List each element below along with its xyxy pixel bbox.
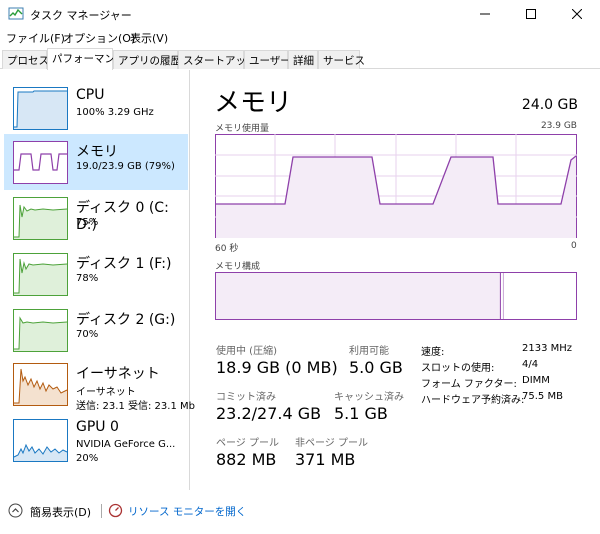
sidebar-title: CPU: [76, 87, 105, 103]
in-use-label: 使用中 (圧縮): [216, 346, 277, 357]
menu-bar: ファイル(F) オプション(O) 表示(V): [0, 28, 600, 46]
sidebar-item-memory[interactable]: メモリ 19.0/23.9 GB (79%): [4, 134, 188, 190]
sidebar-subtitle-2: 20%: [76, 453, 99, 464]
tab-startup[interactable]: スタートアップ: [178, 50, 257, 69]
resource-monitor-icon: [108, 503, 123, 518]
menu-file[interactable]: ファイル(F): [6, 30, 65, 46]
maximize-icon: [526, 9, 536, 19]
form-factor-label: フォーム ファクター:: [421, 379, 517, 390]
ethernet-thumbnail-graph: [13, 363, 68, 406]
tab-users[interactable]: ユーザー: [244, 50, 291, 69]
sidebar-item-disk-2[interactable]: ディスク 2 (G:) 70%: [4, 302, 188, 358]
speed-label: 速度:: [421, 347, 445, 358]
memory-usage-graph: [215, 134, 577, 238]
close-button[interactable]: [554, 0, 600, 28]
disk-2-thumbnail-graph: [13, 309, 68, 352]
usage-graph-max: 23.9 GB: [540, 121, 577, 131]
available-value: 5.0 GB: [349, 358, 403, 377]
sidebar-subtitle: 70%: [76, 329, 99, 340]
open-resource-monitor-link[interactable]: リソース モニターを開く: [128, 504, 246, 519]
paged-pool-value: 882 MB: [216, 450, 277, 469]
sidebar-subtitle: NVIDIA GeForce G...: [76, 439, 176, 450]
in-use-value: 18.9 GB (0 MB): [216, 358, 338, 377]
close-icon: [572, 9, 582, 19]
total-memory: 24.0 GB: [521, 97, 578, 113]
committed-value: 23.2/27.4 GB: [216, 404, 322, 423]
minimize-icon: [480, 13, 490, 15]
resource-sidebar: CPU 100% 3.29 GHz メモリ 19.0/23.9 GB (79%)…: [0, 70, 195, 490]
sidebar-subtitle-2: 送信: 23.1 受信: 23.1 Mb: [76, 401, 195, 412]
paged-pool-label: ページ プール: [216, 438, 279, 449]
tab-performance[interactable]: パフォーマンス: [47, 48, 125, 70]
usage-graph-label: メモリ使用量: [215, 124, 270, 134]
disk-0-thumbnail-graph: [13, 197, 68, 240]
sidebar-title: ディスク 1 (F:): [76, 256, 172, 272]
form-factor-value: DIMM: [522, 375, 550, 386]
disk-1-thumbnail-graph: [13, 253, 68, 296]
fewer-details-link[interactable]: 簡易表示(D): [30, 504, 91, 520]
available-label: 利用可能: [349, 346, 389, 357]
committed-label: コミット済み: [216, 392, 276, 403]
sidebar-title: メモリ: [76, 144, 118, 160]
sidebar-item-cpu[interactable]: CPU 100% 3.29 GHz: [4, 80, 188, 136]
window-title: タスク マネージャー: [30, 9, 132, 22]
memory-thumbnail-graph: [13, 141, 68, 184]
page-title: メモリ: [214, 88, 293, 118]
footer-bar: 簡易表示(D) リソース モニターを開く: [0, 496, 600, 534]
speed-value: 2133 MHz: [522, 343, 573, 354]
slots-label: スロットの使用:: [421, 363, 495, 374]
gpu-thumbnail-graph: [13, 419, 68, 462]
tab-strip: プロセス パフォーマンス アプリの履歴 スタートアップ ユーザー 詳細 サービス: [0, 48, 600, 70]
tab-services[interactable]: サービス: [318, 50, 365, 69]
cached-value: 5.1 GB: [334, 404, 388, 423]
sidebar-subtitle: 75%: [76, 217, 99, 228]
tab-app-history[interactable]: アプリの履歴: [113, 50, 181, 69]
graph-axis-left: 60 秒: [215, 244, 239, 254]
composition-label: メモリ構成: [215, 262, 261, 272]
sidebar-item-ethernet[interactable]: イーサネット イーサネット 送信: 23.1 受信: 23.1 Mb: [4, 356, 195, 416]
sidebar-subtitle: 78%: [76, 273, 99, 284]
sidebar-subtitle: イーサネット: [76, 387, 136, 398]
nonpaged-pool-value: 371 MB: [295, 450, 356, 469]
minimize-button[interactable]: [462, 0, 508, 28]
sidebar-title: GPU 0: [76, 419, 119, 435]
sidebar-item-gpu[interactable]: GPU 0 NVIDIA GeForce G... 20%: [4, 412, 188, 472]
tab-processes[interactable]: プロセス: [2, 50, 49, 69]
memory-composition-bar: [215, 272, 577, 320]
task-manager-icon: [8, 7, 24, 20]
sidebar-title: イーサネット: [76, 366, 160, 382]
maximize-button[interactable]: [508, 0, 554, 28]
footer-divider: [101, 504, 102, 518]
chevron-up-circle-icon[interactable]: [8, 503, 23, 518]
graph-axis-right: 0: [571, 241, 577, 251]
sidebar-item-disk-1[interactable]: ディスク 1 (F:) 78%: [4, 246, 188, 302]
title-bar: タスク マネージャー: [0, 0, 600, 28]
hardware-reserved-label: ハードウェア予約済み:: [421, 395, 525, 406]
menu-view[interactable]: 表示(V): [130, 30, 168, 46]
sidebar-item-disk-0[interactable]: ディスク 0 (C: D:) 75%: [4, 190, 188, 246]
slots-value: 4/4: [522, 359, 539, 370]
nonpaged-pool-label: 非ページ プール: [295, 438, 368, 449]
sidebar-title: ディスク 2 (G:): [76, 312, 176, 328]
hardware-reserved-value: 75.5 MB: [522, 391, 563, 402]
cpu-thumbnail-graph: [13, 87, 68, 130]
sidebar-subtitle: 19.0/23.9 GB (79%): [76, 161, 175, 172]
cached-label: キャッシュ済み: [334, 392, 404, 403]
sidebar-subtitle: 100% 3.29 GHz: [76, 107, 154, 118]
tab-details[interactable]: 詳細: [288, 50, 318, 69]
menu-options[interactable]: オプション(O): [63, 30, 135, 46]
